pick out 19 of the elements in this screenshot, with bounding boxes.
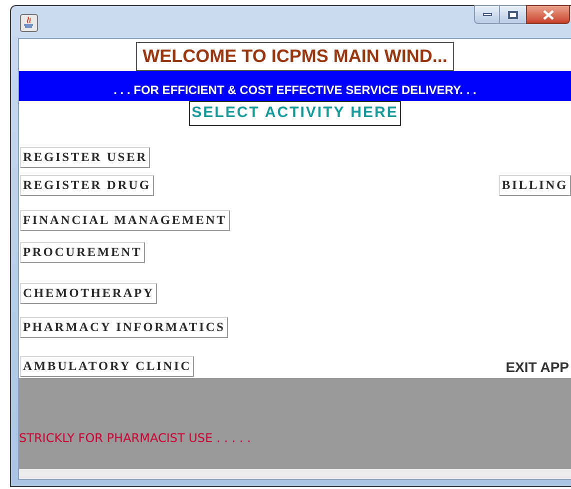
close-button[interactable]: [526, 5, 570, 24]
select-activity-heading: SELECT ACTIVITY HERE: [188, 101, 402, 126]
activity-button[interactable]: REGISTER DRUG: [20, 175, 154, 196]
tagline-text: . . . FOR EFFICIENT & COST EFFECTIVE SERVICE DELIVERY. . .: [114, 82, 476, 99]
minimize-button[interactable]: [474, 5, 500, 24]
welcome-title: WELCOME TO ICPMS MAIN WIND...: [136, 42, 454, 71]
activity-button[interactable]: PROCUREMENT: [20, 242, 146, 263]
minimize-icon: [482, 13, 492, 16]
maximize-icon: [508, 10, 518, 18]
activity-button[interactable]: BILLING: [498, 175, 571, 196]
app-icon: [20, 14, 38, 32]
activity-button[interactable]: REGISTER USER: [20, 147, 150, 168]
activity-button[interactable]: AMBULATORY CLINIC: [20, 356, 194, 377]
maximize-button[interactable]: [500, 5, 526, 24]
close-icon: [542, 10, 554, 20]
activity-button[interactable]: CHEMOTHERAPY: [20, 283, 158, 304]
notice-text: STRICKLY FOR PHARMACIST USE . . . . .: [19, 430, 251, 447]
activity-button[interactable]: FINANCIAL MANAGEMENT: [20, 210, 230, 231]
activity-button[interactable]: PHARMACY INFORMATICS: [20, 317, 228, 338]
